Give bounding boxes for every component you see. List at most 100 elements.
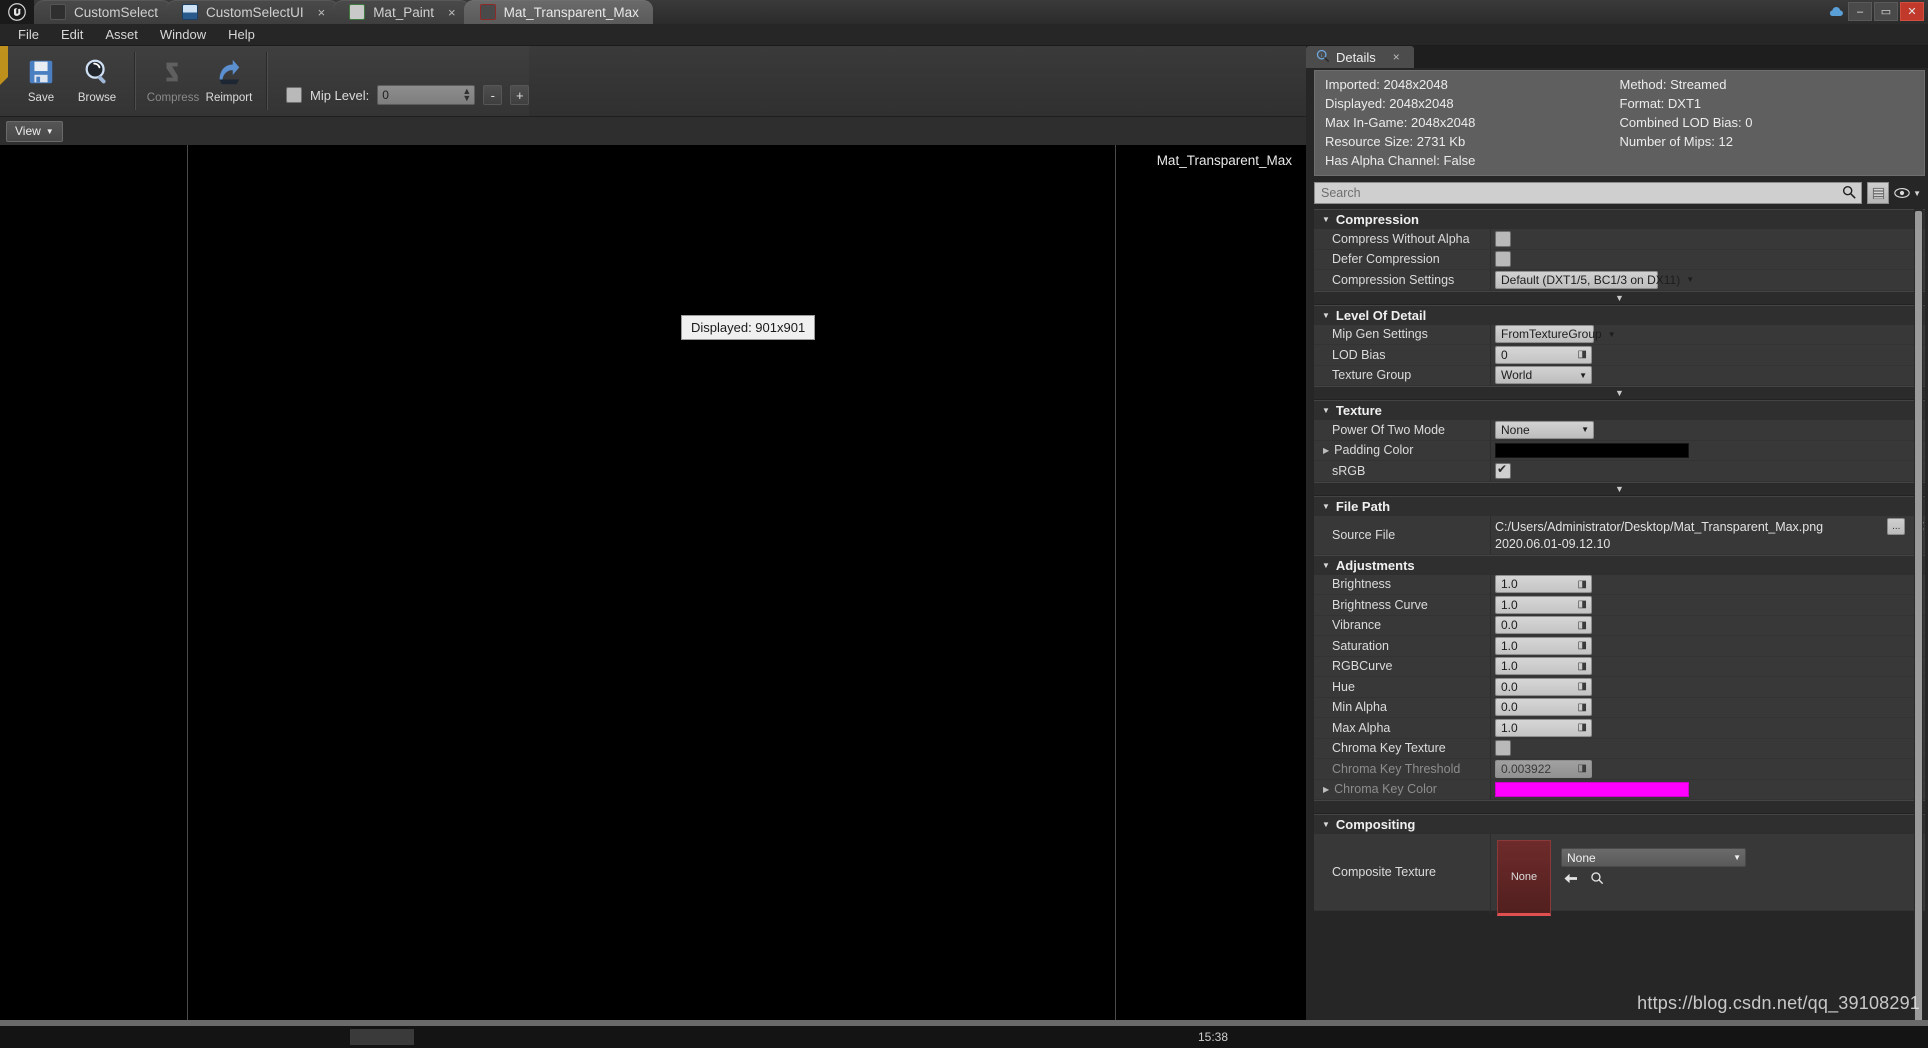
close-icon[interactable]: ×	[1393, 50, 1400, 64]
mip-level-increment-button[interactable]: +	[510, 85, 530, 105]
property-row-srgb: sRGB	[1314, 461, 1925, 482]
texture-preview-canvas[interactable]: Displayed: 901x901	[188, 145, 1115, 1025]
mip-level-input[interactable]: 0 ▲ ▼	[377, 85, 476, 105]
tab-details[interactable]: i Details ×	[1306, 46, 1414, 68]
reimport-button[interactable]: Reimport	[202, 50, 256, 104]
tab-mat-transparent-max[interactable]: Mat_Transparent_Max	[463, 0, 653, 24]
menu-window[interactable]: Window	[150, 25, 216, 44]
hue-input[interactable]: 0.0 ◨	[1495, 677, 1592, 696]
brightness-curve-input[interactable]: 1.0 ◨	[1495, 595, 1592, 614]
scrollbar-thumb[interactable]	[1915, 211, 1922, 1048]
section-expander-compression[interactable]: ▼	[1314, 290, 1925, 305]
drag-handle-icon[interactable]: ◨	[1578, 702, 1587, 713]
tab-custom-select[interactable]: CustomSelect	[34, 0, 173, 24]
defer-compression-checkbox[interactable]	[1495, 251, 1511, 268]
maximize-button[interactable]: ▭	[1874, 2, 1898, 21]
viewport-body[interactable]: Displayed: 901x901 Mat_Transparent_Max	[0, 145, 1306, 1025]
vibrance-input[interactable]: 0.0 ◨	[1495, 616, 1592, 635]
save-button[interactable]: Save	[14, 50, 68, 104]
display-options-button[interactable]	[1867, 182, 1890, 204]
search-icon[interactable]	[1842, 185, 1856, 202]
srgb-checkbox[interactable]	[1495, 462, 1511, 479]
section-header-compression[interactable]: ▼ Compression	[1314, 209, 1925, 229]
close-button[interactable]: ✕	[1900, 2, 1924, 21]
drag-handle-icon[interactable]: ◨	[1578, 620, 1587, 631]
close-icon[interactable]: ×	[448, 6, 456, 19]
composite-texture-thumbnail[interactable]: None	[1497, 840, 1551, 916]
compress-without-alpha-checkbox[interactable]	[1495, 230, 1511, 247]
cloud-icon[interactable]	[1826, 3, 1846, 20]
viewport-toolbar: View ▼	[0, 117, 1306, 145]
section-title: Adjustments	[1335, 557, 1415, 573]
details-vertical-scrollbar[interactable]	[1914, 209, 1923, 1048]
browse-button[interactable]: Browse	[70, 50, 124, 104]
input-value: 1.0	[1501, 720, 1518, 735]
back-arrow-icon[interactable]	[1563, 872, 1578, 888]
input-value: 0.003922	[1501, 761, 1552, 776]
section-expander-adjustments[interactable]	[1314, 800, 1925, 814]
mip-level-decrement-button[interactable]: -	[483, 85, 503, 105]
tab-mat-paint[interactable]: Mat_Paint ×	[333, 0, 470, 24]
os-taskbar: 15:38	[0, 1026, 1928, 1048]
compression-settings-dropdown[interactable]: Default (DXT1/5, BC1/3 on DX11) ▼	[1495, 270, 1694, 289]
compress-button[interactable]: Compress	[146, 50, 200, 104]
section-header-file-path[interactable]: ▼ File Path	[1314, 495, 1925, 516]
minimize-button[interactable]: –	[1848, 2, 1872, 21]
section-expander-texture[interactable]: ▼	[1314, 481, 1925, 496]
texture-icon	[479, 4, 496, 20]
saturation-input[interactable]: 1.0 ◨	[1495, 636, 1592, 655]
brightness-input[interactable]: 1.0 ◨	[1495, 575, 1592, 594]
menu-help[interactable]: Help	[218, 25, 265, 44]
power-of-two-mode-dropdown[interactable]: None ▼	[1495, 420, 1594, 439]
menu-asset[interactable]: Asset	[95, 25, 148, 44]
section-header-compositing[interactable]: ▼ Compositing	[1314, 814, 1925, 834]
chroma-key-texture-checkbox[interactable]	[1495, 740, 1511, 757]
chevron-right-icon[interactable]: ▶	[1323, 785, 1329, 794]
magnifier-icon[interactable]	[1590, 871, 1604, 888]
padding-color-swatch[interactable]	[1495, 442, 1689, 458]
rgbcurve-input[interactable]: 1.0 ◨	[1495, 657, 1592, 676]
property-row-composite-texture: Composite Texture None None ▼	[1314, 834, 1925, 916]
drag-handle-icon[interactable]: ◨	[1578, 681, 1587, 692]
taskbar-item[interactable]	[350, 1029, 414, 1045]
property-value: World ▼	[1490, 365, 1925, 385]
section-header-adjustments[interactable]: ▼ Adjustments	[1314, 554, 1925, 575]
drag-handle-icon[interactable]: ◨	[1578, 763, 1587, 774]
section-title: Compositing	[1335, 817, 1416, 832]
section-header-level-of-detail[interactable]: ▼ Level Of Detail	[1314, 304, 1925, 325]
visibility-filter-button[interactable]: ▼	[1894, 187, 1923, 199]
section-header-texture[interactable]: ▼ Texture	[1314, 400, 1925, 420]
chroma-key-color-swatch[interactable]	[1495, 781, 1689, 797]
chevron-right-icon[interactable]: ▶	[1323, 446, 1329, 455]
property-row-lod-bias: LOD Bias 0 ◨	[1314, 345, 1925, 366]
composite-texture-dropdown[interactable]: None ▼	[1561, 848, 1746, 867]
menu-edit[interactable]: Edit	[51, 25, 93, 44]
lod-bias-input[interactable]: 0 ◨	[1495, 345, 1592, 364]
property-row-min-alpha: Min Alpha 0.0 ◨	[1314, 697, 1925, 718]
property-list[interactable]: ▼ Compression Compress Without Alpha Def…	[1314, 209, 1925, 1048]
max-alpha-input[interactable]: 1.0 ◨	[1495, 718, 1592, 737]
drag-handle-icon[interactable]: ◨	[1578, 661, 1587, 672]
tab-custom-select-ui[interactable]: CustomSelectUI ×	[166, 0, 340, 24]
texture-group-dropdown[interactable]: World ▼	[1495, 366, 1592, 385]
browse-source-file-button[interactable]: ...	[1887, 518, 1906, 535]
composite-texture-controls: None ▼	[1561, 838, 1746, 888]
close-icon[interactable]: ×	[318, 6, 326, 19]
chroma-key-threshold-input[interactable]: 0.003922 ◨	[1495, 759, 1592, 778]
view-menu-button[interactable]: View ▼	[6, 120, 63, 142]
title-bar: CustomSelect CustomSelectUI × Mat_Paint …	[0, 0, 1928, 24]
drag-handle-icon[interactable]: ◨	[1578, 640, 1587, 651]
property-scroll-area: ▼ Compression Compress Without Alpha Def…	[1314, 209, 1925, 1048]
drag-handle-icon[interactable]: ◨	[1578, 599, 1587, 610]
drag-handle-icon[interactable]: ◨	[1578, 722, 1587, 733]
section-expander-level-of-detail[interactable]: ▼	[1314, 386, 1925, 400]
drag-handle-icon[interactable]: ◨	[1578, 579, 1587, 590]
mip-gen-settings-dropdown[interactable]: FromTextureGroup ▼	[1495, 325, 1616, 344]
search-input[interactable]: Search	[1314, 182, 1863, 204]
min-alpha-input[interactable]: 0.0 ◨	[1495, 698, 1592, 717]
menu-file[interactable]: File	[8, 25, 49, 44]
mip-level-checkbox[interactable]	[286, 87, 302, 103]
spinner-arrows-icon[interactable]: ▲ ▼	[462, 87, 471, 103]
displayed-size-tooltip: Displayed: 901x901	[681, 315, 816, 340]
drag-handle-icon[interactable]: ◨	[1578, 349, 1587, 360]
